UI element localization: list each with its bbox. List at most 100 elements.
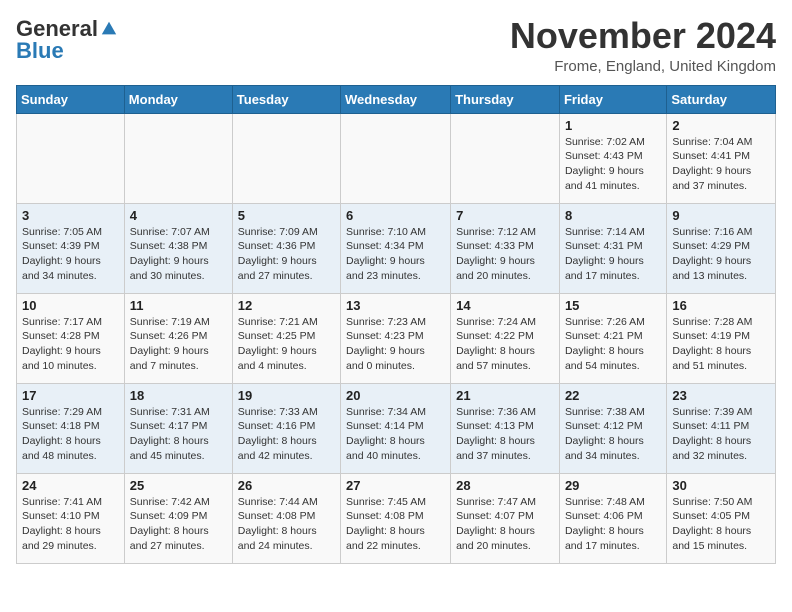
weekday-header-row: SundayMondayTuesdayWednesdayThursdayFrid… [17, 85, 776, 113]
calendar-cell [232, 113, 340, 203]
day-info: Sunrise: 7:05 AM Sunset: 4:39 PM Dayligh… [22, 225, 119, 284]
day-number: 20 [346, 388, 445, 403]
title-section: November 2024 Frome, England, United Kin… [510, 16, 776, 75]
day-number: 13 [346, 298, 445, 313]
week-row-2: 3Sunrise: 7:05 AM Sunset: 4:39 PM Daylig… [17, 203, 776, 293]
calendar-cell: 23 Sunrise: 7:39 AM Sunset: 4:11 PM Dayli… [667, 383, 776, 473]
weekday-header-saturday: Saturday [667, 85, 776, 113]
calendar-cell: 10Sunrise: 7:17 AM Sunset: 4:28 PM Dayli… [17, 293, 125, 383]
day-info: Sunrise: 7:04 AM Sunset: 4:41 PM Dayligh… [672, 135, 770, 194]
day-info: Sunrise: 7:47 AM Sunset: 4:07 PM Dayligh… [456, 495, 554, 554]
day-number: 5 [238, 208, 335, 223]
calendar-cell: 5 Sunrise: 7:09 AM Sunset: 4:36 PM Daylig… [232, 203, 340, 293]
day-info: Sunrise: 7:42 AM Sunset: 4:09 PM Dayligh… [130, 495, 227, 554]
day-info: Sunrise: 7:21 AM Sunset: 4:25 PM Dayligh… [238, 315, 335, 374]
day-info: Sunrise: 7:26 AM Sunset: 4:21 PM Dayligh… [565, 315, 661, 374]
month-title: November 2024 [510, 16, 776, 56]
day-info: Sunrise: 7:24 AM Sunset: 4:22 PM Dayligh… [456, 315, 554, 374]
day-number: 9 [672, 208, 770, 223]
calendar-cell [17, 113, 125, 203]
calendar-cell: 12 Sunrise: 7:21 AM Sunset: 4:25 PM Dayli… [232, 293, 340, 383]
logo-icon [100, 20, 118, 38]
calendar-cell [124, 113, 232, 203]
day-number: 28 [456, 478, 554, 493]
calendar-cell: 17Sunrise: 7:29 AM Sunset: 4:18 PM Dayli… [17, 383, 125, 473]
calendar-cell: 24Sunrise: 7:41 AM Sunset: 4:10 PM Dayli… [17, 473, 125, 563]
day-number: 25 [130, 478, 227, 493]
calendar-cell: 8 Sunrise: 7:14 AM Sunset: 4:31 PM Daylig… [559, 203, 666, 293]
weekday-header-tuesday: Tuesday [232, 85, 340, 113]
day-number: 21 [456, 388, 554, 403]
calendar-cell: 16 Sunrise: 7:28 AM Sunset: 4:19 PM Dayli… [667, 293, 776, 383]
day-info: Sunrise: 7:48 AM Sunset: 4:06 PM Dayligh… [565, 495, 661, 554]
day-info: Sunrise: 7:33 AM Sunset: 4:16 PM Dayligh… [238, 405, 335, 464]
week-row-3: 10Sunrise: 7:17 AM Sunset: 4:28 PM Dayli… [17, 293, 776, 383]
day-number: 23 [672, 388, 770, 403]
calendar-cell: 22Sunrise: 7:38 AM Sunset: 4:12 PM Dayli… [559, 383, 666, 473]
day-number: 24 [22, 478, 119, 493]
weekday-header-wednesday: Wednesday [341, 85, 451, 113]
calendar-cell [451, 113, 560, 203]
calendar-cell: 7 Sunrise: 7:12 AM Sunset: 4:33 PM Daylig… [451, 203, 560, 293]
header: General Blue November 2024 Frome, Englan… [16, 16, 776, 75]
day-info: Sunrise: 7:34 AM Sunset: 4:14 PM Dayligh… [346, 405, 445, 464]
day-number: 2 [672, 118, 770, 133]
week-row-1: 1Sunrise: 7:02 AM Sunset: 4:43 PM Daylig… [17, 113, 776, 203]
day-info: Sunrise: 7:16 AM Sunset: 4:29 PM Dayligh… [672, 225, 770, 284]
day-info: Sunrise: 7:12 AM Sunset: 4:33 PM Dayligh… [456, 225, 554, 284]
day-info: Sunrise: 7:19 AM Sunset: 4:26 PM Dayligh… [130, 315, 227, 374]
day-info: Sunrise: 7:29 AM Sunset: 4:18 PM Dayligh… [22, 405, 119, 464]
calendar-cell: 13 Sunrise: 7:23 AM Sunset: 4:23 PM Dayli… [341, 293, 451, 383]
calendar-cell: 29 Sunrise: 7:48 AM Sunset: 4:06 PM Dayli… [559, 473, 666, 563]
day-number: 10 [22, 298, 119, 313]
calendar-cell: 20 Sunrise: 7:34 AM Sunset: 4:14 PM Dayli… [341, 383, 451, 473]
calendar-cell: 21 Sunrise: 7:36 AM Sunset: 4:13 PM Dayli… [451, 383, 560, 473]
weekday-header-monday: Monday [124, 85, 232, 113]
day-info: Sunrise: 7:45 AM Sunset: 4:08 PM Dayligh… [346, 495, 445, 554]
calendar-cell: 26Sunrise: 7:44 AM Sunset: 4:08 PM Dayli… [232, 473, 340, 563]
day-info: Sunrise: 7:39 AM Sunset: 4:11 PM Dayligh… [672, 405, 770, 464]
day-number: 12 [238, 298, 335, 313]
calendar-cell: 28 Sunrise: 7:47 AM Sunset: 4:07 PM Dayli… [451, 473, 560, 563]
calendar-cell: 11Sunrise: 7:19 AM Sunset: 4:26 PM Dayli… [124, 293, 232, 383]
day-number: 15 [565, 298, 661, 313]
day-info: Sunrise: 7:10 AM Sunset: 4:34 PM Dayligh… [346, 225, 445, 284]
weekday-header-friday: Friday [559, 85, 666, 113]
day-info: Sunrise: 7:09 AM Sunset: 4:36 PM Dayligh… [238, 225, 335, 284]
calendar-cell: 2 Sunrise: 7:04 AM Sunset: 4:41 PM Daylig… [667, 113, 776, 203]
weekday-header-thursday: Thursday [451, 85, 560, 113]
calendar-cell: 14Sunrise: 7:24 AM Sunset: 4:22 PM Dayli… [451, 293, 560, 383]
calendar-cell: 15 Sunrise: 7:26 AM Sunset: 4:21 PM Dayli… [559, 293, 666, 383]
calendar-cell: 25 Sunrise: 7:42 AM Sunset: 4:09 PM Dayli… [124, 473, 232, 563]
day-info: Sunrise: 7:07 AM Sunset: 4:38 PM Dayligh… [130, 225, 227, 284]
calendar-table: SundayMondayTuesdayWednesdayThursdayFrid… [16, 85, 776, 564]
day-info: Sunrise: 7:28 AM Sunset: 4:19 PM Dayligh… [672, 315, 770, 374]
calendar-cell: 19 Sunrise: 7:33 AM Sunset: 4:16 PM Dayli… [232, 383, 340, 473]
calendar-cell: 4 Sunrise: 7:07 AM Sunset: 4:38 PM Daylig… [124, 203, 232, 293]
day-number: 18 [130, 388, 227, 403]
day-number: 27 [346, 478, 445, 493]
day-info: Sunrise: 7:02 AM Sunset: 4:43 PM Dayligh… [565, 135, 661, 194]
day-number: 16 [672, 298, 770, 313]
day-info: Sunrise: 7:50 AM Sunset: 4:05 PM Dayligh… [672, 495, 770, 554]
weekday-header-sunday: Sunday [17, 85, 125, 113]
day-number: 7 [456, 208, 554, 223]
calendar-cell: 30 Sunrise: 7:50 AM Sunset: 4:05 PM Dayli… [667, 473, 776, 563]
day-info: Sunrise: 7:14 AM Sunset: 4:31 PM Dayligh… [565, 225, 661, 284]
day-number: 26 [238, 478, 335, 493]
day-number: 19 [238, 388, 335, 403]
day-info: Sunrise: 7:36 AM Sunset: 4:13 PM Dayligh… [456, 405, 554, 464]
day-number: 29 [565, 478, 661, 493]
week-row-4: 17Sunrise: 7:29 AM Sunset: 4:18 PM Dayli… [17, 383, 776, 473]
calendar-cell: 9 Sunrise: 7:16 AM Sunset: 4:29 PM Daylig… [667, 203, 776, 293]
location: Frome, England, United Kingdom [510, 58, 776, 75]
day-number: 22 [565, 388, 661, 403]
day-info: Sunrise: 7:23 AM Sunset: 4:23 PM Dayligh… [346, 315, 445, 374]
day-number: 30 [672, 478, 770, 493]
calendar-cell: 3Sunrise: 7:05 AM Sunset: 4:39 PM Daylig… [17, 203, 125, 293]
day-number: 4 [130, 208, 227, 223]
day-number: 8 [565, 208, 661, 223]
calendar-cell [341, 113, 451, 203]
day-info: Sunrise: 7:31 AM Sunset: 4:17 PM Dayligh… [130, 405, 227, 464]
calendar-cell: 27 Sunrise: 7:45 AM Sunset: 4:08 PM Dayli… [341, 473, 451, 563]
